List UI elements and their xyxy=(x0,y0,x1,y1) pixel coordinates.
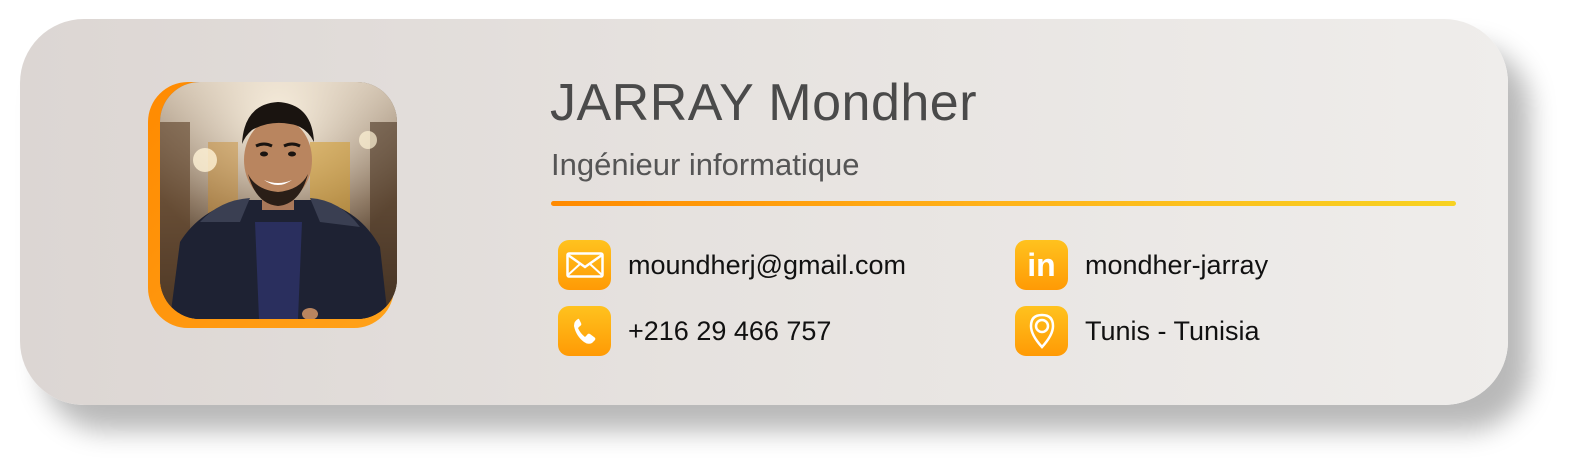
linkedin-logo-text: in xyxy=(1027,247,1056,283)
location-text: Tunis - Tunisia xyxy=(1085,315,1260,346)
profile-photo xyxy=(160,82,397,319)
email-address[interactable]: moundherj@gmail.com xyxy=(628,250,906,281)
job-title: Ingénieur informatique xyxy=(551,147,860,182)
contact-phone[interactable]: +216 29 466 757 xyxy=(558,306,831,356)
envelope-icon xyxy=(558,240,611,290)
contact-location: Tunis - Tunisia xyxy=(1015,306,1260,356)
contact-linkedin[interactable]: in mondher-jarray xyxy=(1015,240,1268,290)
phone-icon xyxy=(558,306,611,356)
phone-number[interactable]: +216 29 466 757 xyxy=(628,316,831,347)
person-name: JARRAY Mondher xyxy=(550,74,978,132)
divider-line xyxy=(551,201,1456,206)
linkedin-handle[interactable]: mondher-jarray xyxy=(1085,250,1268,281)
linkedin-icon: in xyxy=(1015,240,1068,290)
contact-email[interactable]: moundherj@gmail.com xyxy=(558,240,906,290)
location-pin-icon xyxy=(1015,306,1068,356)
